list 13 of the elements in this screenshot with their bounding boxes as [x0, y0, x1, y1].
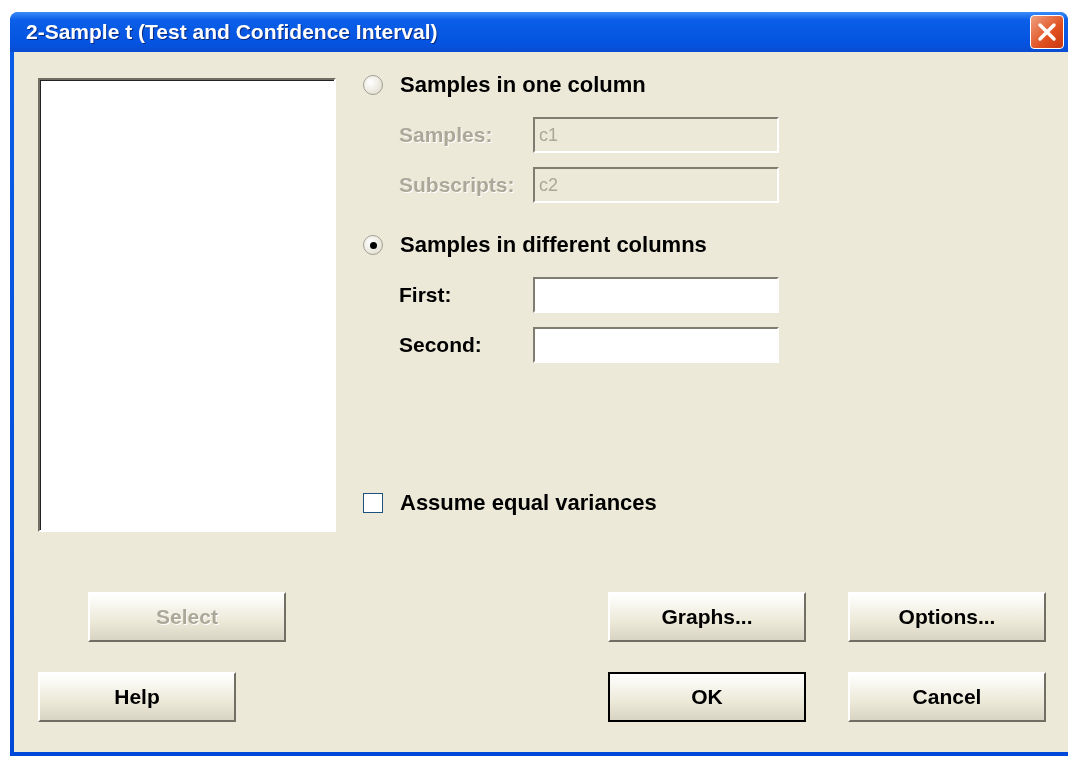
field-label: Second:	[399, 333, 483, 357]
dialog-button[interactable]: Help	[38, 672, 236, 722]
radio-label: Samples in one column	[400, 72, 646, 98]
dialog-button[interactable]: Cancel	[848, 672, 1046, 722]
dialog-button[interactable]: OK	[608, 672, 806, 722]
radio-label: Samples in different columns	[400, 232, 707, 258]
checkbox-label: Assume equal variances	[400, 490, 657, 516]
dialog-button[interactable]: Graphs...	[608, 592, 806, 642]
dialog-button[interactable]: Options...	[848, 592, 1046, 642]
field-label: Subscripts:	[399, 173, 516, 197]
field-label: First:	[399, 283, 453, 307]
field-label: Samples:	[399, 123, 494, 147]
window-title: 2-Sample t (Test and Confidence Interval)	[26, 20, 438, 44]
